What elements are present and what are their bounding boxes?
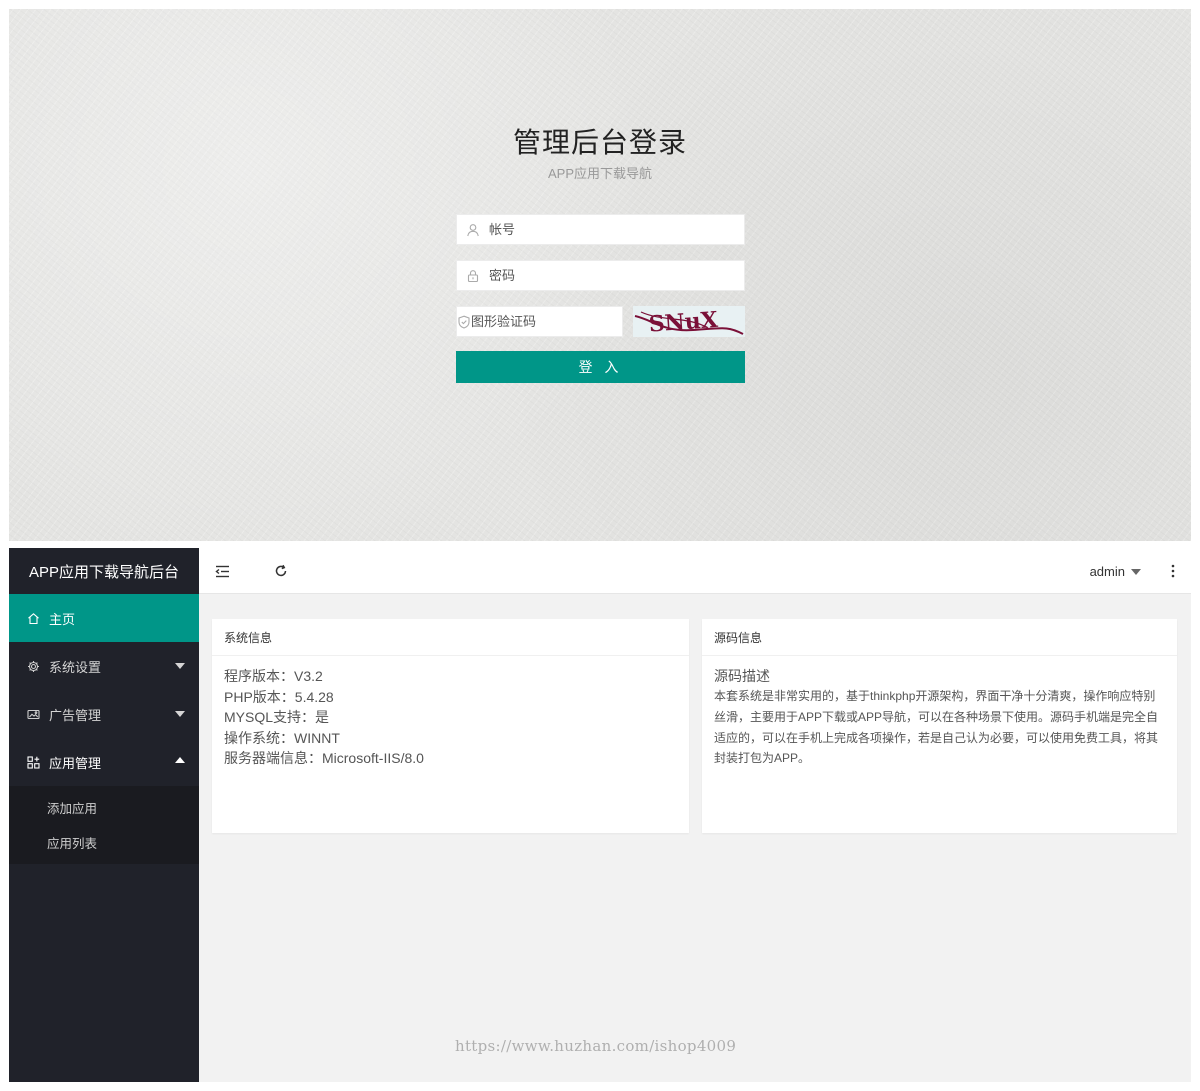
captcha-image[interactable]: SNuX [633,306,745,337]
more-icon[interactable] [1165,563,1181,579]
chevron-down-icon [175,711,185,717]
gear-icon [26,659,40,673]
sidebar-logo: APP应用下载导航后台 [9,548,199,594]
sidebar-item-ads[interactable]: 广告管理 [9,690,199,738]
account-field [456,214,745,245]
program-version: 程序版本：V3.2 [224,668,323,684]
source-description: 本套系统是非常实用的，基于thinkphp开源架构，界面干净十分清爽，操作响应特… [714,689,1159,766]
chevron-down-icon [175,663,185,669]
chevron-up-icon [175,757,185,763]
password-field [456,260,745,291]
user-menu[interactable]: admin [1090,564,1141,579]
login-title: 管理后台登录 [512,127,687,158]
menu-collapse-icon[interactable] [214,563,230,579]
admin-panel: APP应用下载导航后台 主页 系统设置 广告管理 应用管理 添加应用 应用列表 … [9,548,1191,1082]
system-info-card: 系统信息 程序版本：V3.2 PHP版本：5.4.28 MYSQL支持：是 操作… [212,619,689,833]
subnav-item-app-list[interactable]: 应用列表 [9,825,199,860]
image-icon [26,707,40,721]
operating-system: 操作系统：WINNT [224,729,340,746]
sidebar-item-home[interactable]: 主页 [9,594,199,642]
sidebar-item-label: 广告管理 [49,707,102,723]
user-name: admin [1089,564,1125,579]
login-panel: 管理后台登录 APP应用下载导航 SNuX 登 入 [9,9,1191,541]
user-icon [457,215,489,244]
source-description-heading: 源码描述 [714,668,770,684]
sidebar-item-label: 系统设置 [49,659,102,675]
refresh-icon[interactable] [273,563,289,579]
sidebar-item-label: 应用管理 [49,755,102,771]
sidebar-item-label: 主页 [49,611,76,627]
sidebar-item-settings[interactable]: 系统设置 [9,642,199,690]
password-input[interactable] [489,261,744,290]
card-title: 系统信息 [212,619,689,656]
subnav-apps: 添加应用 应用列表 [9,786,199,864]
login-button[interactable]: 登 入 [456,351,745,383]
home-icon [26,611,40,625]
chevron-down-icon [1131,568,1141,575]
watermark: https://www.huzhan.com/ishop4009 [455,1037,737,1055]
subnav-item-add-app[interactable]: 添加应用 [9,790,199,825]
account-input[interactable] [489,215,744,244]
sidebar-item-apps[interactable]: 应用管理 [9,738,199,786]
shield-icon [457,307,471,336]
php-version: PHP版本：5.4.28 [224,688,334,705]
server-info: 服务器端信息：Microsoft-IIS/8.0 [224,750,424,767]
captcha-input[interactable] [471,307,647,336]
captcha-text: SNuX [648,307,720,337]
source-info-card: 源码信息 源码描述 本套系统是非常实用的，基于thinkphp开源架构，界面干净… [702,619,1177,833]
login-subtitle: APP应用下载导航 [547,166,652,181]
lock-icon [457,261,489,290]
captcha-field [456,306,647,337]
apps-icon [26,755,40,769]
card-title: 源码信息 [702,619,1177,656]
mysql-support: MYSQL支持：是 [224,709,330,726]
sidebar: APP应用下载导航后台 主页 系统设置 广告管理 应用管理 添加应用 应用列表 [9,548,199,1082]
top-bar: admin [199,548,1191,594]
